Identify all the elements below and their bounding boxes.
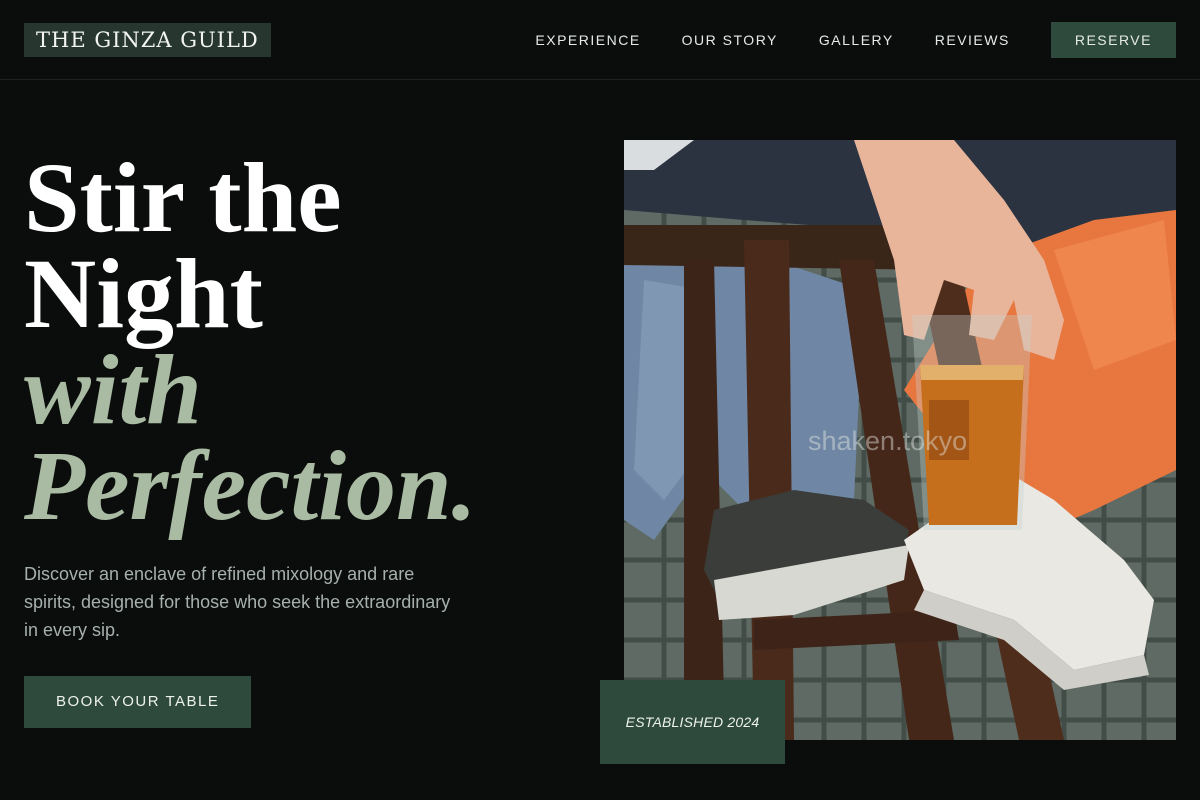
hero-headline: Stir the Night with Perfection. [24, 142, 584, 541]
photo-watermark: shaken.tokyo [808, 426, 968, 456]
headline-accent-1: with [24, 334, 202, 445]
nav-link-gallery[interactable]: GALLERY [819, 32, 894, 48]
established-badge: ESTABLISHED 2024 [600, 680, 785, 764]
brand-logo[interactable]: THE GINZA GUILD [24, 23, 271, 57]
book-table-button[interactable]: BOOK YOUR TABLE [24, 676, 252, 728]
hero-photo: shaken.tokyo [624, 140, 1176, 740]
headline-line-1: Stir the [24, 142, 342, 253]
site-header: THE GINZA GUILD EXPERIENCE OUR STORY GAL… [0, 0, 1200, 80]
headline-line-2: Night [24, 238, 263, 349]
hero-description: Discover an enclave of refined mixology … [24, 564, 451, 640]
nav-link-experience[interactable]: EXPERIENCE [535, 32, 640, 48]
headline-accent-2: Perfection. [24, 430, 477, 541]
nav-link-our-story[interactable]: OUR STORY [682, 32, 778, 48]
main-nav: EXPERIENCE OUR STORY GALLERY REVIEWS RES… [535, 22, 1176, 58]
reserve-button[interactable]: RESERVE [1050, 22, 1176, 58]
nav-link-reviews[interactable]: REVIEWS [935, 32, 1010, 48]
